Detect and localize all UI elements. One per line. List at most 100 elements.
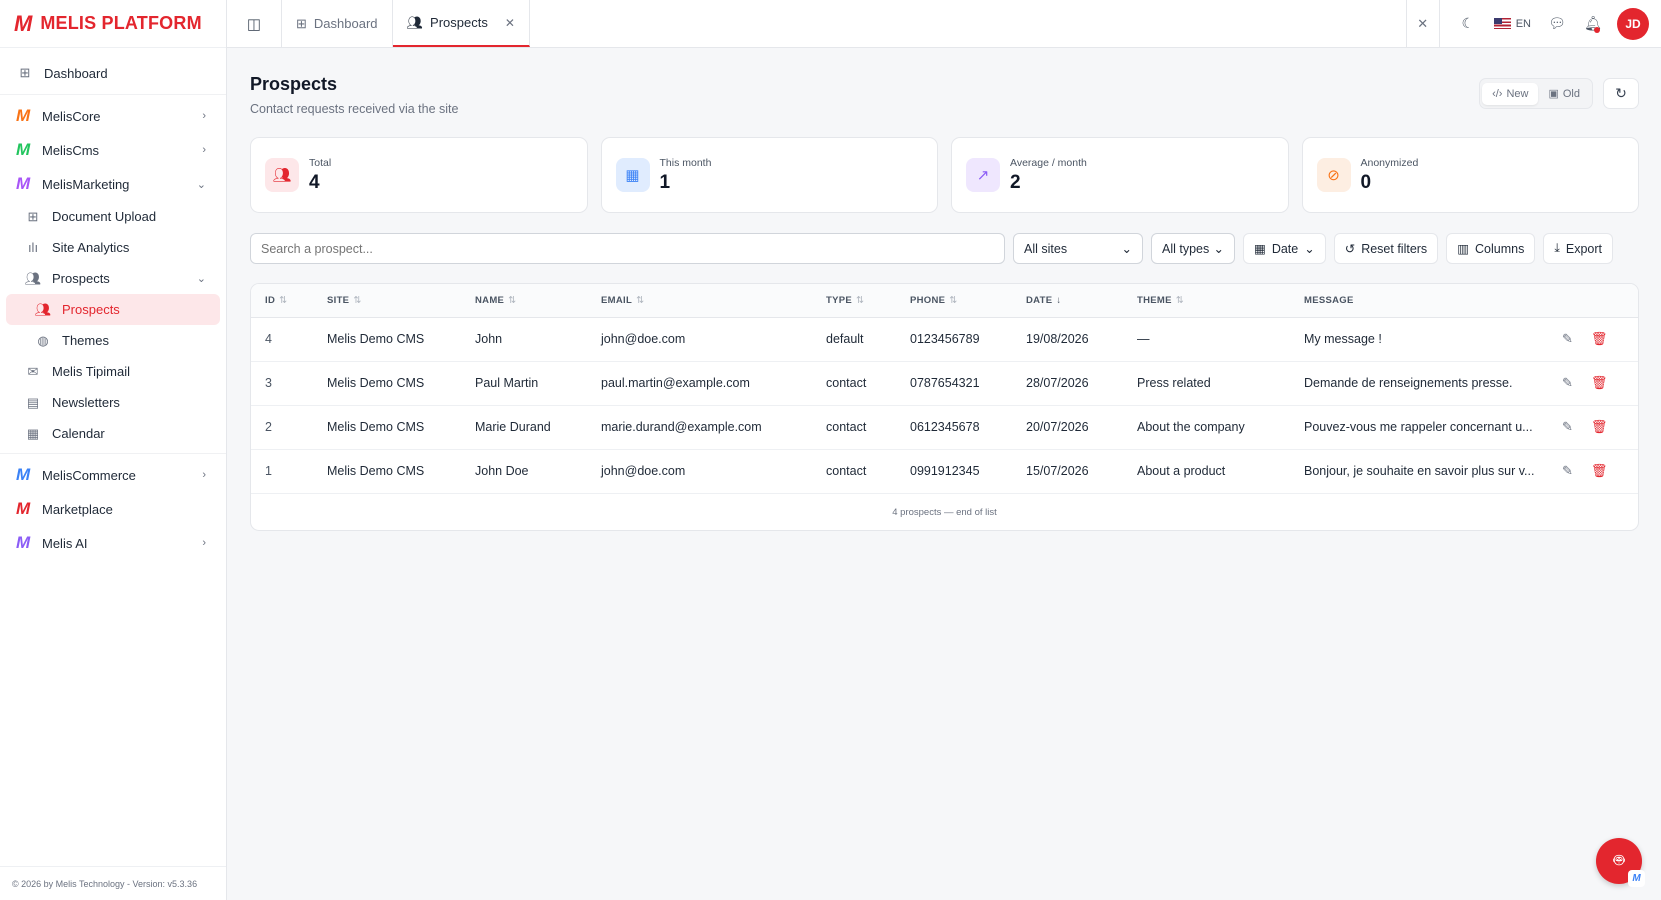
sidebar-item-meliscms[interactable]: M MelisCms › <box>0 133 226 167</box>
view-new-button[interactable]: ‹/› New <box>1482 82 1539 105</box>
stat-value: 0 <box>1360 171 1372 193</box>
types-select[interactable]: All types ⌄ <box>1151 233 1235 264</box>
brand-name: MELIS PLATFORM <box>40 13 202 33</box>
language-selector[interactable]: EN <box>1486 18 1539 30</box>
sidebar-item-themes[interactable]: ◍ Themes <box>0 325 226 356</box>
palette-icon: ◍ <box>37 332 49 348</box>
sidebar-item-calendar[interactable]: ▦ Calendar <box>0 418 226 449</box>
trend-up-icon: ↗ <box>966 158 1000 192</box>
column-header-id[interactable]: ID ⇅ <box>251 284 313 317</box>
view-new-label: New <box>1506 87 1529 100</box>
edit-icon[interactable]: ✎ <box>1562 331 1573 347</box>
ai-assistant-button[interactable]: 🤖︎ M <box>1596 838 1645 887</box>
edit-icon[interactable]: ✎ <box>1562 419 1573 435</box>
column-header-theme[interactable]: THEME ⇅ <box>1123 284 1290 317</box>
meliscms-logo-icon: M <box>16 140 30 159</box>
page-title: Prospects <box>250 74 338 94</box>
stat-value: 1 <box>659 171 671 193</box>
edit-icon[interactable]: ✎ <box>1562 463 1573 479</box>
chevron-right-icon: › <box>202 110 206 122</box>
cell-id: 3 <box>265 376 272 390</box>
sidebar-item-label: Newsletters <box>52 395 120 410</box>
sidebar-toggle-button[interactable]: ◫ <box>227 0 282 47</box>
dark-mode-button[interactable]: ☾ <box>1450 15 1486 32</box>
tab-dashboard[interactable]: ⊞ Dashboard <box>282 0 393 47</box>
cell-name: Paul Martin <box>475 376 539 390</box>
column-header-phone[interactable]: PHONE ⇅ <box>896 284 1012 317</box>
brand[interactable]: M MELIS PLATFORM <box>0 0 226 48</box>
column-header-email[interactable]: EMAIL ⇅ <box>587 284 812 317</box>
date-filter-button[interactable]: ▦ Date ⌄ <box>1243 233 1326 264</box>
close-tab-icon[interactable]: ✕ <box>505 16 515 30</box>
sidebar-item-newsletters[interactable]: ▤ Newsletters <box>0 387 226 418</box>
trash-icon[interactable]: 🗑︎ <box>1591 419 1608 435</box>
download-icon: ⤓ <box>1554 241 1560 255</box>
users-icon: 👥︎ <box>265 158 299 192</box>
sidebar-item-dashboard[interactable]: ⊞ Dashboard <box>0 56 226 90</box>
stat-label: Average / month <box>1010 156 1087 169</box>
table-row[interactable]: 4 Melis Demo CMS John john@doe.com defau… <box>251 317 1638 361</box>
trash-icon[interactable]: 🗑︎ <box>1591 375 1608 391</box>
calendar-icon: ▦ <box>26 425 40 441</box>
table-row[interactable]: 1 Melis Demo CMS John Doe john@doe.com c… <box>251 449 1638 493</box>
sidebar-item-melis-ai[interactable]: M Melis AI › <box>0 526 226 560</box>
table-row[interactable]: 3 Melis Demo CMS Paul Martin paul.martin… <box>251 361 1638 405</box>
edit-icon[interactable]: ✎ <box>1562 375 1573 391</box>
stat-card-total: 👥︎ Total 4 <box>250 137 588 213</box>
prospects-table-card: ID ⇅ SITE ⇅ NAME ⇅ EMAIL ⇅ TYPE ⇅ PHONE ⇅ DATE… <box>250 283 1639 531</box>
messages-button[interactable]: 💬︎ <box>1539 15 1575 32</box>
column-header-type[interactable]: TYPE ⇅ <box>812 284 896 317</box>
chevron-down-icon: ⌄ <box>196 273 206 285</box>
column-header-site[interactable]: SITE ⇅ <box>313 284 461 317</box>
button-label: Date <box>1271 241 1299 256</box>
column-header-actions <box>1548 284 1638 317</box>
sidebar-item-melismarketing[interactable]: M MelisMarketing ⌄ <box>0 167 226 201</box>
select-value: All types <box>1162 241 1210 256</box>
trash-icon[interactable]: 🗑︎ <box>1591 331 1608 347</box>
tab-prospects[interactable]: 👥︎ Prospects ✕ <box>392 0 530 47</box>
chevron-down-icon: ⌄ <box>1304 242 1315 256</box>
divider <box>0 453 226 454</box>
cell-message: My message ! <box>1304 332 1382 346</box>
divider <box>0 94 226 95</box>
table-row[interactable]: 2 Melis Demo CMS Marie Durand marie.dura… <box>251 405 1638 449</box>
sort-icon: ⇅ <box>1175 294 1185 306</box>
cell-email: marie.durand@example.com <box>601 420 762 434</box>
sidebar-item-meliscore[interactable]: M MelisCore › <box>0 99 226 133</box>
close-all-tabs-button[interactable]: ✕ <box>1405 0 1440 48</box>
cell-site: Melis Demo CMS <box>327 464 425 478</box>
reset-filters-button[interactable]: ↺ Reset filters <box>1333 233 1439 264</box>
sidebar-item-melis-tipimail[interactable]: ✉ Melis Tipimail <box>0 356 226 387</box>
sidebar-item-label: Document Upload <box>52 209 157 224</box>
sites-select[interactable]: All sites ⌄ <box>1013 233 1143 264</box>
sidebar-item-prospects[interactable]: 👥︎ Prospects <box>6 294 220 325</box>
search-input[interactable] <box>250 233 1005 264</box>
avatar[interactable]: JD <box>1617 7 1649 40</box>
columns-button[interactable]: ▥ Columns <box>1446 233 1536 264</box>
sidebar-item-label: Marketplace <box>42 501 113 517</box>
sidebar-item-marketplace[interactable]: M Marketplace <box>0 492 226 526</box>
sidebar-item-label: Site Analytics <box>52 240 130 255</box>
button-label: Columns <box>1475 241 1525 256</box>
sidebar-item-prospects-group[interactable]: 👥︎ Prospects ⌄ <box>0 263 226 294</box>
sidebar-panel-icon: ◫ <box>246 15 262 33</box>
sidebar-item-meliscommerce[interactable]: M MelisCommerce › <box>0 458 226 492</box>
bar-chart-icon: ılı <box>27 240 39 255</box>
column-header-name[interactable]: NAME ⇅ <box>461 284 587 317</box>
column-header-date[interactable]: DATE ↓ <box>1012 284 1123 317</box>
view-old-button[interactable]: ▣ Old <box>1538 82 1590 105</box>
notifications-button[interactable]: 🔔︎ <box>1575 15 1611 33</box>
cell-phone: 0123456789 <box>910 332 980 346</box>
melismarketing-logo-icon: M <box>16 174 30 193</box>
eye-off-icon: ⊘ <box>1316 158 1351 192</box>
sidebar-item-site-analytics[interactable]: ılı Site Analytics <box>0 232 226 263</box>
grid-icon: ⊞ <box>296 15 307 31</box>
refresh-button[interactable]: ↻ <box>1603 78 1639 109</box>
stat-label: Total <box>309 156 332 169</box>
sort-icon: ⇅ <box>353 294 362 306</box>
sidebar-nav: ⊞ Dashboard M MelisCore › M MelisCms › M… <box>0 48 226 560</box>
cell-email: john@doe.com <box>601 332 686 346</box>
sidebar-item-document-upload[interactable]: ⊞ Document Upload <box>0 201 226 232</box>
trash-icon[interactable]: 🗑︎ <box>1591 463 1608 479</box>
export-button[interactable]: ⤓ Export <box>1543 233 1613 264</box>
